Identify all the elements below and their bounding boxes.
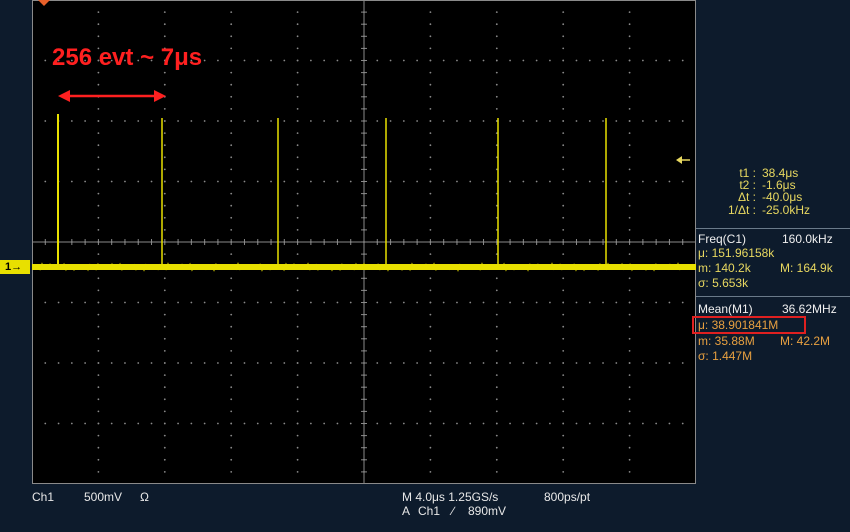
trigger-level-icon xyxy=(676,156,690,164)
channel-label[interactable]: Ch1 xyxy=(32,490,54,504)
trigger-level[interactable]: 890mV xyxy=(468,504,506,518)
freq-sigma: σ: 5.653k xyxy=(698,276,749,290)
ch1-trace xyxy=(32,114,696,273)
freq-mean: μ: 151.96158k xyxy=(698,246,775,260)
trigger-channel[interactable]: Ch1 xyxy=(418,504,440,518)
freq-title: Freq(C1) xyxy=(698,232,747,246)
mean-title: Mean(M1) xyxy=(698,302,753,316)
mean-sigma: σ: 1.447M xyxy=(698,349,753,363)
cursor-inv-delta-value: -25.0kHz xyxy=(762,203,811,217)
channel-1-marker[interactable]: 1→ xyxy=(0,260,30,274)
trigger-prefix: A xyxy=(402,504,411,518)
timebase[interactable]: M 4.0μs 1.25GS/s xyxy=(402,490,498,504)
panel-divider xyxy=(696,228,850,229)
status-bar: Ch1 500mV Ω M 4.0μs 1.25GS/s 800ps/pt A … xyxy=(0,484,850,532)
mean-value: 36.62MHz xyxy=(782,302,837,316)
mean-max: M: 42.2M xyxy=(780,334,831,348)
trigger-slope-icon: ∕ xyxy=(452,504,455,518)
trace-group xyxy=(32,114,696,273)
freq-min: m: 140.2k xyxy=(698,261,751,275)
freq-max: M: 164.9k xyxy=(780,261,833,275)
freq-value: 160.0kHz xyxy=(782,232,833,246)
oscilloscope-display: 256 evt ~ 7μs 1→ t1 : 38.4μs t2 : -1.6μs… xyxy=(0,0,850,532)
volts-per-div[interactable]: 500mV xyxy=(84,490,122,504)
panel-divider xyxy=(696,296,850,297)
annotation-text: 256 evt ~ 7μs xyxy=(52,44,203,71)
cursor-inv-delta-label: 1/Δt : xyxy=(727,203,756,217)
highlight-box xyxy=(692,316,806,334)
mean-min: m: 35.88M xyxy=(698,334,755,348)
impedance-icon: Ω xyxy=(140,490,149,504)
resolution: 800ps/pt xyxy=(544,490,591,504)
